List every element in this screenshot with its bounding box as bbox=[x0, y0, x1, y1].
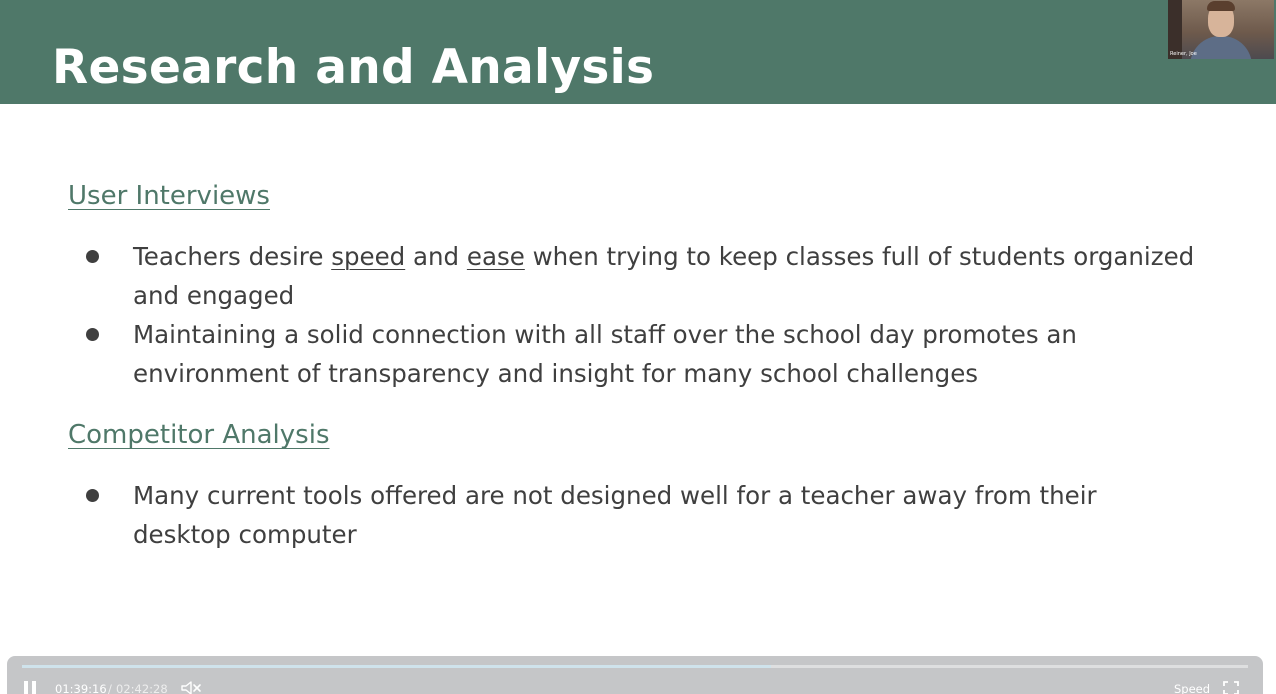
bullet-icon bbox=[86, 489, 99, 502]
slide: Research and Analysis User Interviews Te… bbox=[0, 0, 1276, 660]
bullet-item: Teachers desire speed and ease when tryi… bbox=[82, 237, 1202, 316]
media-player-controls: 01:39:16 / 02:42:28 Speed bbox=[7, 656, 1263, 694]
bullet-item: Maintaining a solid connection with all … bbox=[82, 315, 1202, 394]
bullet-text: Many current tools offered are not desig… bbox=[133, 481, 1097, 550]
time-separator: / bbox=[108, 682, 112, 694]
fullscreen-icon bbox=[1223, 681, 1239, 694]
section-heading-competitor-analysis: Competitor Analysis bbox=[68, 420, 330, 450]
pause-button[interactable] bbox=[23, 681, 37, 694]
fullscreen-button[interactable] bbox=[1223, 680, 1239, 694]
mute-icon bbox=[181, 681, 201, 694]
mute-button[interactable] bbox=[181, 680, 203, 694]
screen: Research and Analysis User Interviews Te… bbox=[0, 0, 1276, 694]
speed-button[interactable]: Speed bbox=[1174, 682, 1210, 694]
slide-title: Research and Analysis bbox=[52, 40, 655, 95]
participant-name: Reiner, Joe bbox=[1170, 51, 1197, 57]
total-time: 02:42:28 bbox=[116, 682, 168, 694]
emphasis-speed: speed bbox=[331, 242, 406, 271]
participant-video-tile[interactable]: Reiner, Joe bbox=[1168, 0, 1274, 59]
emphasis-ease: ease bbox=[466, 242, 525, 271]
bullet-icon bbox=[86, 250, 99, 263]
progress-bar[interactable] bbox=[22, 665, 1248, 668]
pause-icon bbox=[24, 681, 28, 694]
current-time: 01:39:16 bbox=[55, 682, 107, 694]
bullet-item: Many current tools offered are not desig… bbox=[82, 476, 1202, 555]
progress-fill bbox=[22, 665, 772, 668]
slide-title-bar: Research and Analysis bbox=[0, 0, 1276, 104]
bullet-text: Maintaining a solid connection with all … bbox=[133, 320, 1077, 389]
bullet-icon bbox=[86, 328, 99, 341]
section-heading-user-interviews: User Interviews bbox=[68, 181, 270, 211]
bullet-text: Teachers desire speed and ease when tryi… bbox=[133, 242, 1195, 311]
